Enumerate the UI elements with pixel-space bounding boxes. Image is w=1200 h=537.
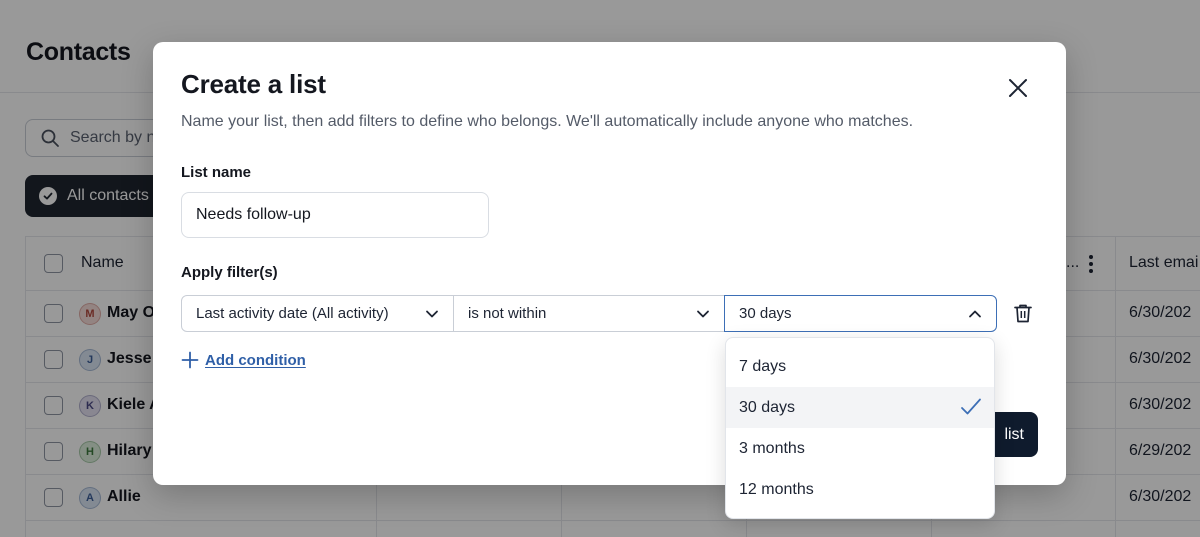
list-name-input[interactable] xyxy=(181,192,489,238)
chevron-down-icon xyxy=(697,310,709,318)
chevron-up-icon xyxy=(969,310,981,318)
trash-icon xyxy=(1014,304,1032,323)
dropdown-option-12-months[interactable]: 12 months xyxy=(726,469,994,510)
filter-operator-value: is not within xyxy=(468,305,547,322)
filter-condition-row: Last activity date (All activity) is not… xyxy=(181,295,997,332)
filter-operator-select[interactable]: is not within xyxy=(453,295,725,332)
add-condition-label: Add condition xyxy=(205,351,306,369)
close-button[interactable] xyxy=(1005,75,1031,101)
chevron-down-icon xyxy=(426,310,438,318)
list-name-label: List name xyxy=(181,164,252,181)
option-label: 7 days xyxy=(739,357,787,375)
delete-condition-button[interactable] xyxy=(1012,302,1034,324)
filter-value-select[interactable]: 30 days xyxy=(724,295,997,332)
plus-icon xyxy=(181,351,199,369)
dialog-description: Name your list, then add filters to defi… xyxy=(181,113,914,130)
filter-field-select[interactable]: Last activity date (All activity) xyxy=(181,295,454,332)
filter-value-dropdown: 7 days 30 days 3 months 12 months xyxy=(725,337,995,519)
close-icon xyxy=(1009,79,1027,97)
dropdown-option-30-days[interactable]: 30 days xyxy=(726,387,994,428)
option-label: 3 months xyxy=(739,439,805,457)
option-label: 30 days xyxy=(739,398,796,416)
filter-value-text: 30 days xyxy=(739,305,792,322)
add-condition-button[interactable]: Add condition xyxy=(181,351,306,369)
apply-filters-label: Apply filter(s) xyxy=(181,264,278,281)
option-label: 12 months xyxy=(739,480,814,498)
create-list-label: list xyxy=(1004,425,1024,443)
filter-field-value: Last activity date (All activity) xyxy=(196,305,389,322)
dropdown-option-3-months[interactable]: 3 months xyxy=(726,428,994,469)
dialog-title: Create a list xyxy=(181,69,326,99)
dropdown-option-7-days[interactable]: 7 days xyxy=(726,346,994,387)
checkmark-icon xyxy=(961,398,981,415)
